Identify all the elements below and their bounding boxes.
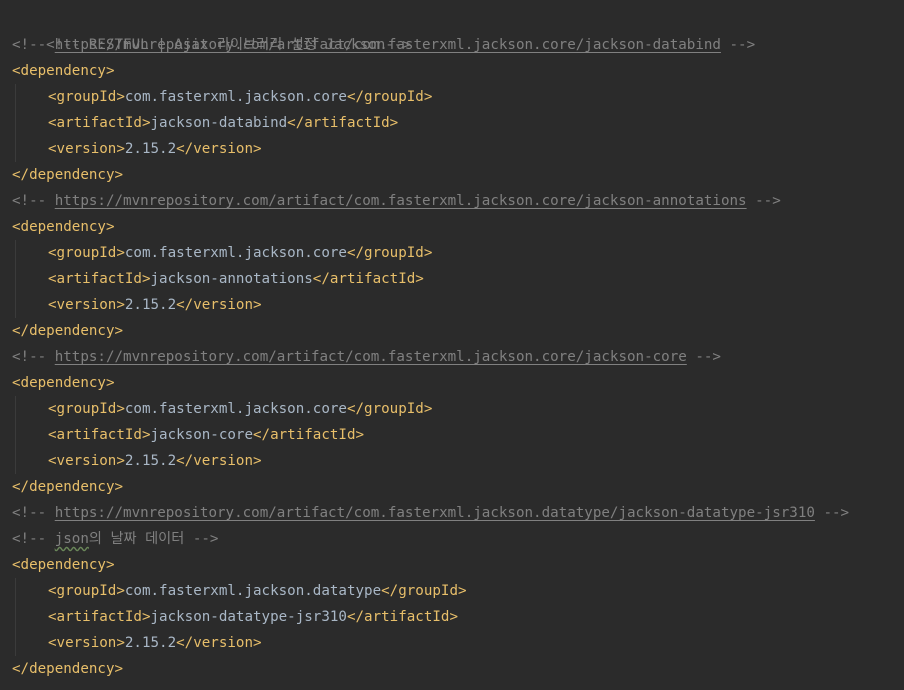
artifactid-open-tag: <artifactId> xyxy=(48,115,151,131)
groupid-close-tag: </groupId> xyxy=(346,401,433,417)
artifactid-open-tag: <artifactId> xyxy=(48,427,151,443)
code-line-21: <!-- json의 날짜 데이터 --> xyxy=(12,526,904,552)
indent-guide xyxy=(15,136,16,162)
indent-guide xyxy=(15,604,16,630)
dependency-open-tag: <dependency> xyxy=(12,557,115,573)
code-line-19: </dependency> xyxy=(12,474,904,500)
code-line-11: <artifactId>jackson-annotations</artifac… xyxy=(12,266,904,292)
groupid-value: com.fasterxml.jackson.core xyxy=(124,401,347,417)
artifactid-close-tag: </artifactId> xyxy=(253,427,365,443)
comment-open: <!-- xyxy=(12,193,55,209)
code-line-3: <dependency> xyxy=(12,58,904,84)
groupid-value: com.fasterxml.jackson.core xyxy=(124,89,347,105)
dependency-open-tag: <dependency> xyxy=(12,375,115,391)
code-line-7: </dependency> xyxy=(12,162,904,188)
artifactid-open-tag: <artifactId> xyxy=(48,609,151,625)
indent-guide xyxy=(15,578,16,604)
comment-close: --> xyxy=(686,349,721,365)
artifactid-value: jackson-annotations xyxy=(150,271,313,287)
code-line-14: <!-- https://mvnrepository.com/artifact/… xyxy=(12,344,904,370)
artifactid-close-tag: </artifactId> xyxy=(312,271,424,287)
groupid-value: com.fasterxml.jackson.core xyxy=(124,245,347,261)
comment-close: --> xyxy=(746,193,781,209)
json-spellcheck-word: json xyxy=(54,531,89,547)
mvnrepository-link-databind[interactable]: https://mvnrepository.com/artifact/com.f… xyxy=(55,37,721,53)
comment-open: <!-- xyxy=(12,505,55,521)
indent-guide xyxy=(15,110,16,136)
artifactid-value: jackson-datatype-jsr310 xyxy=(150,609,347,625)
groupid-close-tag: </groupId> xyxy=(346,89,433,105)
dependency-close-tag: </dependency> xyxy=(12,167,124,183)
comment-close: --> xyxy=(814,505,850,521)
code-line-24: <artifactId>jackson-datatype-jsr310</art… xyxy=(12,604,904,630)
version-open-tag: <version> xyxy=(48,635,125,651)
code-line-20: <!-- https://mvnrepository.com/artifact/… xyxy=(12,500,904,526)
code-editor[interactable]: <!-- RESTFUL | Ajax 라이브러리 설정 Jackson--> … xyxy=(12,6,904,682)
code-line-10: <groupId>com.fasterxml.jackson.core</gro… xyxy=(12,240,904,266)
code-line-23: <groupId>com.fasterxml.jackson.datatype<… xyxy=(12,578,904,604)
indent-guide xyxy=(15,422,16,448)
code-line-26: </dependency> xyxy=(12,656,904,682)
version-close-tag: </version> xyxy=(176,141,262,157)
version-value: 2.15.2 xyxy=(124,453,177,469)
indent-guide xyxy=(15,396,16,422)
code-line-2: <!-- https://mvnrepository.com/artifact/… xyxy=(12,32,904,58)
indent-guide xyxy=(15,448,16,474)
code-line-22: <dependency> xyxy=(12,552,904,578)
version-close-tag: </version> xyxy=(176,297,262,313)
version-value: 2.15.2 xyxy=(124,635,177,651)
artifactid-value: jackson-core xyxy=(150,427,254,443)
comment-open: <!-- xyxy=(12,349,55,365)
code-line-4: <groupId>com.fasterxml.jackson.core</gro… xyxy=(12,84,904,110)
dependency-close-tag: </dependency> xyxy=(12,323,124,339)
code-line-6: <version>2.15.2</version> xyxy=(12,136,904,162)
artifactid-open-tag: <artifactId> xyxy=(48,271,151,287)
dependency-close-tag: </dependency> xyxy=(12,661,124,677)
indent-guide xyxy=(15,240,16,266)
code-line-17: <artifactId>jackson-core</artifactId> xyxy=(12,422,904,448)
mvnrepository-link-annotations[interactable]: https://mvnrepository.com/artifact/com.f… xyxy=(55,193,747,209)
indent-guide xyxy=(15,266,16,292)
dependency-close-tag: </dependency> xyxy=(12,479,124,495)
version-value: 2.15.2 xyxy=(124,297,177,313)
code-line-5: <artifactId>jackson-databind</artifactId… xyxy=(12,110,904,136)
code-line-15: <dependency> xyxy=(12,370,904,396)
version-open-tag: <version> xyxy=(48,453,125,469)
mvnrepository-link-jsr310[interactable]: https://mvnrepository.com/artifact/com.f… xyxy=(55,505,815,521)
groupid-open-tag: <groupId> xyxy=(48,89,125,105)
json-note-text: 의 날짜 데이터 xyxy=(88,531,185,547)
comment-close: --> xyxy=(184,531,219,547)
dependency-open-tag: <dependency> xyxy=(12,219,115,235)
comment-open: <!-- xyxy=(12,37,55,53)
groupid-open-tag: <groupId> xyxy=(48,583,125,599)
code-line-16: <groupId>com.fasterxml.jackson.core</gro… xyxy=(12,396,904,422)
code-line-1: <!-- RESTFUL | Ajax 라이브러리 설정 Jackson--> xyxy=(12,6,904,53)
code-line-9: <dependency> xyxy=(12,214,904,240)
code-line-13: </dependency> xyxy=(12,318,904,344)
groupid-open-tag: <groupId> xyxy=(48,245,125,261)
version-value: 2.15.2 xyxy=(124,141,177,157)
comment-open: <!-- xyxy=(12,531,55,547)
dependency-open-tag: <dependency> xyxy=(12,63,115,79)
version-open-tag: <version> xyxy=(48,297,125,313)
code-line-18: <version>2.15.2</version> xyxy=(12,448,904,474)
indent-guide xyxy=(15,630,16,656)
groupid-close-tag: </groupId> xyxy=(381,583,467,599)
groupid-open-tag: <groupId> xyxy=(48,401,125,417)
artifactid-close-tag: </artifactId> xyxy=(287,115,399,131)
code-line-8: <!-- https://mvnrepository.com/artifact/… xyxy=(12,188,904,214)
mvnrepository-link-core[interactable]: https://mvnrepository.com/artifact/com.f… xyxy=(55,349,687,365)
groupid-value: com.fasterxml.jackson.datatype xyxy=(124,583,382,599)
version-close-tag: </version> xyxy=(176,635,262,651)
artifactid-value: jackson-databind xyxy=(150,115,288,131)
comment-close: --> xyxy=(720,37,756,53)
version-close-tag: </version> xyxy=(176,453,262,469)
indent-guide xyxy=(15,292,16,318)
indent-guide xyxy=(15,84,16,110)
artifactid-close-tag: </artifactId> xyxy=(346,609,459,625)
code-line-12: <version>2.15.2</version> xyxy=(12,292,904,318)
code-line-25: <version>2.15.2</version> xyxy=(12,630,904,656)
groupid-close-tag: </groupId> xyxy=(346,245,433,261)
version-open-tag: <version> xyxy=(48,141,125,157)
